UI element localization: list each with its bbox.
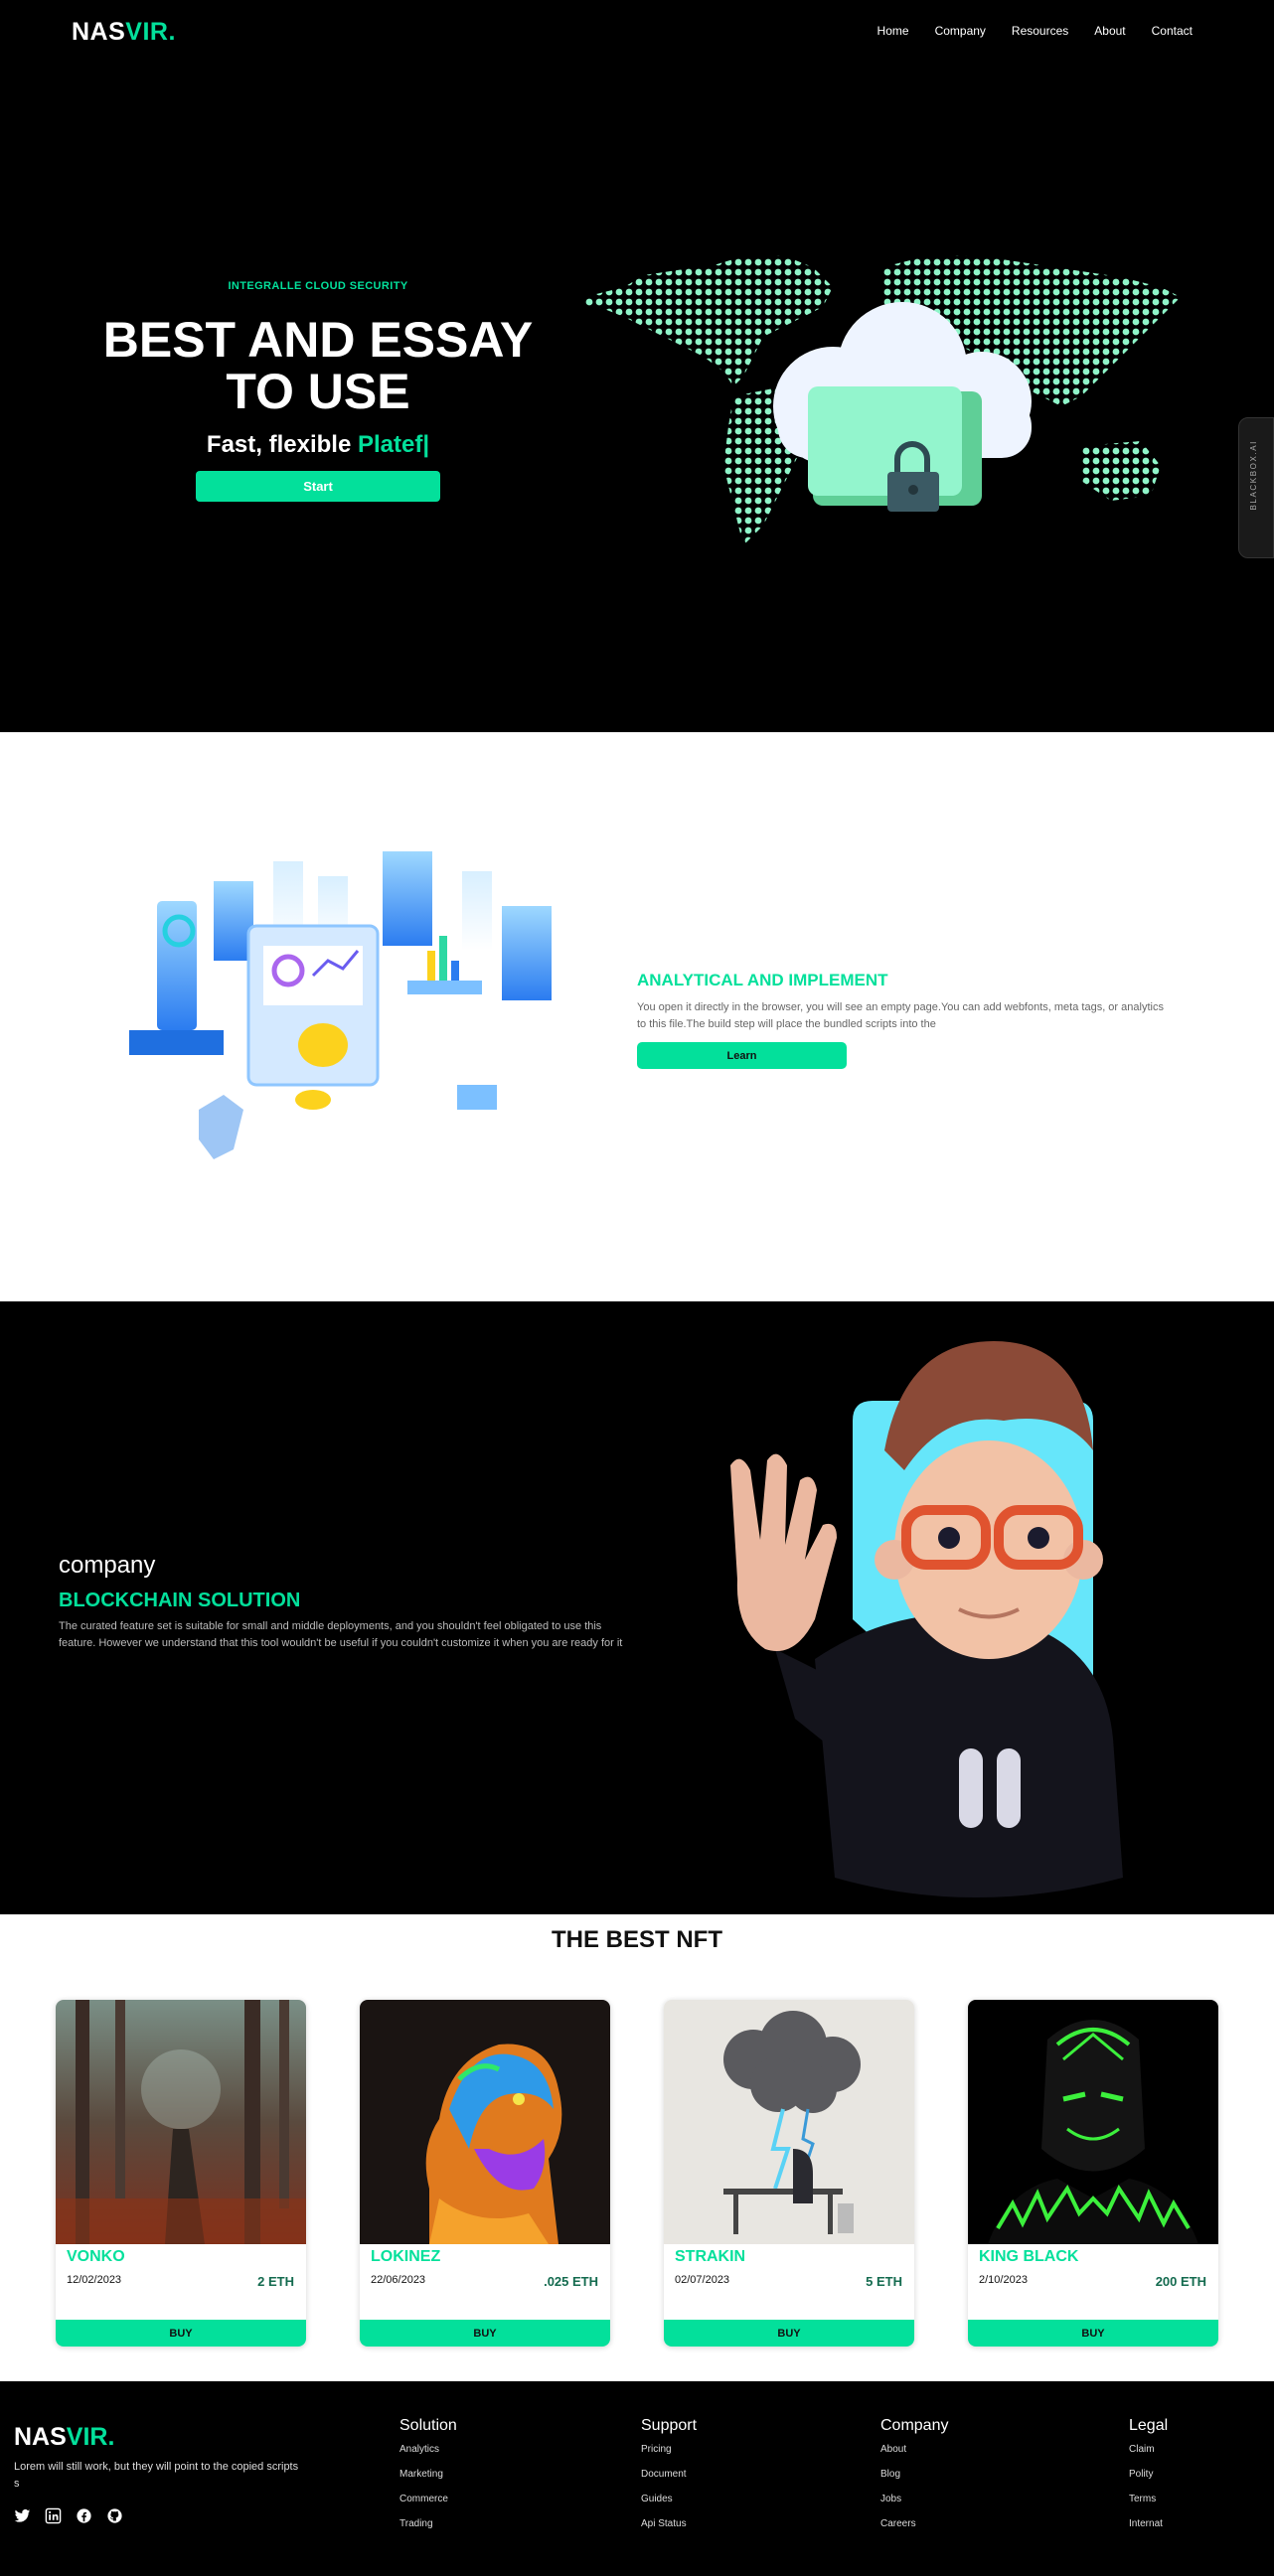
nft-card-strakin[interactable]: STRAKIN 02/07/2023 5 ETH BUY xyxy=(664,2000,914,2347)
footer-col-title: Company xyxy=(880,2417,949,2434)
footer-link-blog[interactable]: Blog xyxy=(880,2469,948,2480)
blackbox-label: BLACKBOX.AI xyxy=(1249,440,1258,511)
footer-link-terms[interactable]: Terms xyxy=(1129,2494,1168,2504)
nft-image-storm-cloud-desk xyxy=(664,2000,914,2244)
footer-link-trading[interactable]: Trading xyxy=(399,2518,457,2529)
nft-image-neon-bust xyxy=(360,2000,610,2244)
brand-logo[interactable]: NASVIR. xyxy=(72,18,176,47)
footer-link-careers[interactable]: Careers xyxy=(880,2518,948,2529)
blockchain-kicker: company xyxy=(59,1552,156,1579)
site-footer: NASVIR. Lorem will still work, but they … xyxy=(0,2381,1274,2576)
buy-button-vonko[interactable]: BUY xyxy=(56,2320,306,2347)
nav-links: Home Company Resources About Contact xyxy=(877,24,1193,38)
blockchain-body: The curated feature set is suitable for … xyxy=(59,1620,623,1649)
hero-section: INTEGRALLE CLOUD SECURITY BEST AND ESSAY… xyxy=(0,64,1274,732)
blockchain-section: company BLOCKCHAIN SOLUTION The curated … xyxy=(0,1301,1274,1914)
hero-eyebrow: INTEGRALLE CLOUD SECURITY xyxy=(228,280,408,292)
nft-card-price: 200 ETH xyxy=(1155,2274,1206,2289)
footer-link-claim[interactable]: Claim xyxy=(1129,2444,1168,2455)
top-navbar: NASVIR. Home Company Resources About Con… xyxy=(0,0,1274,64)
nav-link-contact[interactable]: Contact xyxy=(1152,24,1193,38)
nft-card-name: VONKO xyxy=(67,2248,125,2265)
nft-section-title: THE BEST NFT xyxy=(552,1926,722,1953)
footer-link-document[interactable]: Document xyxy=(641,2469,697,2480)
footer-logo-part-2: VIR. xyxy=(66,2423,115,2451)
analytical-section: ANALYTICAL AND IMPLEMENT You open it dir… xyxy=(0,732,1274,1301)
hero-subtitle-typed: Platef| xyxy=(357,431,430,458)
hero-subtitle: Fast, flexible Platef| xyxy=(99,431,537,459)
twitter-icon[interactable] xyxy=(14,2507,31,2524)
nft-card-name: STRAKIN xyxy=(675,2248,746,2265)
nav-link-company[interactable]: Company xyxy=(935,24,986,38)
footer-logo-part-1: NAS xyxy=(14,2423,67,2451)
footer-link-commerce[interactable]: Commerce xyxy=(399,2494,457,2504)
nav-link-resources[interactable]: Resources xyxy=(1012,24,1068,38)
buy-button-lokinez[interactable]: BUY xyxy=(360,2320,610,2347)
footer-link-pricing[interactable]: Pricing xyxy=(641,2444,697,2455)
nav-link-about[interactable]: About xyxy=(1094,24,1125,38)
footer-col-solution: Solution Analytics Marketing Commerce Tr… xyxy=(399,2417,457,2543)
nft-card-name: KING BLACK xyxy=(979,2248,1079,2265)
footer-link-jobs[interactable]: Jobs xyxy=(880,2494,948,2504)
world-map-cloud-illustration xyxy=(584,255,1181,545)
learn-button[interactable]: Learn xyxy=(637,1042,847,1069)
footer-col-title: Solution xyxy=(399,2417,457,2434)
nft-card-price: 5 ETH xyxy=(866,2274,902,2289)
nft-section: THE BEST NFT VONKO 12/02/2023 2 ETH BUY xyxy=(0,1914,1274,2381)
nft-card-date: 02/07/2023 xyxy=(675,2274,730,2286)
hero-text: INTEGRALLE CLOUD SECURITY BEST AND ESSAY… xyxy=(99,280,537,502)
nft-card-date: 12/02/2023 xyxy=(67,2274,122,2286)
analytical-text: ANALYTICAL AND IMPLEMENT You open it dir… xyxy=(637,971,1174,1069)
footer-link-analytics[interactable]: Analytics xyxy=(399,2444,457,2455)
hero-title: BEST AND ESSAY TO USE xyxy=(102,312,534,419)
nav-link-home[interactable]: Home xyxy=(877,24,909,38)
hero-subtitle-static: Fast, flexible xyxy=(206,431,352,458)
nft-image-neon-panther xyxy=(968,2000,1218,2244)
github-icon[interactable] xyxy=(106,2507,123,2524)
logo-part-1: NAS xyxy=(72,18,126,46)
analytical-body: You open it directly in the browser, you… xyxy=(637,1001,1164,1030)
linkedin-icon[interactable] xyxy=(45,2507,62,2524)
social-links xyxy=(14,2507,123,2524)
facebook-icon[interactable] xyxy=(76,2507,92,2524)
footer-logo[interactable]: NASVIR. xyxy=(14,2423,114,2452)
footer-link-guides[interactable]: Guides xyxy=(641,2494,697,2504)
footer-link-marketing[interactable]: Marketing xyxy=(399,2469,457,2480)
analytical-title: ANALYTICAL AND IMPLEMENT xyxy=(637,971,888,989)
nft-card-price: .025 ETH xyxy=(544,2274,598,2289)
footer-tagline: Lorem will still work, but they will poi… xyxy=(14,2461,299,2490)
nft-image-forest-path xyxy=(56,2000,306,2244)
waving-avatar-illustration xyxy=(730,1341,1123,1897)
footer-link-about[interactable]: About xyxy=(880,2444,948,2455)
nft-card-lokinez[interactable]: LOKINEZ 22/06/2023 .025 ETH BUY xyxy=(360,2000,610,2347)
nft-card-vonko[interactable]: VONKO 12/02/2023 2 ETH BUY xyxy=(56,2000,306,2347)
footer-link-polity[interactable]: Polity xyxy=(1129,2469,1168,2480)
logo-part-2: VIR. xyxy=(125,18,176,46)
footer-link-api-status[interactable]: Api Status xyxy=(641,2518,697,2529)
blockchain-text: company BLOCKCHAIN SOLUTION The curated … xyxy=(59,1552,635,1652)
isometric-analytics-illustration xyxy=(129,851,552,1159)
start-button[interactable]: Start xyxy=(196,471,440,502)
nft-card-name: LOKINEZ xyxy=(371,2248,441,2265)
footer-col-support: Support Pricing Document Guides Api Stat… xyxy=(641,2417,697,2543)
blackbox-side-tab[interactable]: BLACKBOX.AI xyxy=(1238,417,1274,558)
footer-link-internat[interactable]: Internat xyxy=(1129,2518,1168,2529)
footer-col-title: Support xyxy=(641,2417,698,2434)
footer-col-title: Legal xyxy=(1129,2417,1169,2434)
nft-card-date: 2/10/2023 xyxy=(979,2274,1028,2286)
nft-card-date: 22/06/2023 xyxy=(371,2274,426,2286)
footer-col-legal: Legal Claim Polity Terms Internat xyxy=(1129,2417,1168,2543)
nft-card-price: 2 ETH xyxy=(257,2274,294,2289)
blockchain-title: BLOCKCHAIN SOLUTION xyxy=(59,1590,301,1611)
buy-button-strakin[interactable]: BUY xyxy=(664,2320,914,2347)
footer-col-company: Company About Blog Jobs Careers xyxy=(880,2417,948,2543)
buy-button-king-black[interactable]: BUY xyxy=(968,2320,1218,2347)
nft-card-king-black[interactable]: KING BLACK 2/10/2023 200 ETH BUY xyxy=(968,2000,1218,2347)
